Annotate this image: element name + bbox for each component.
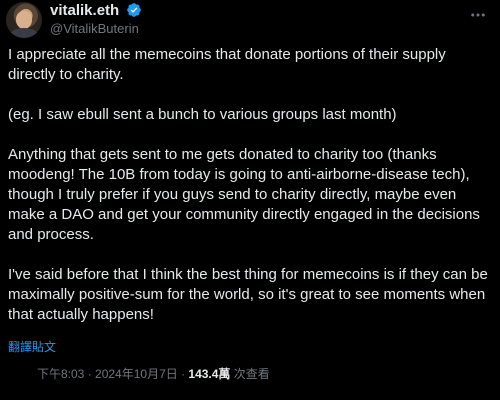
views-count: 143.4萬 bbox=[188, 367, 231, 381]
avatar-face bbox=[16, 11, 32, 29]
display-name[interactable]: vitalik.eth bbox=[50, 2, 119, 20]
avatar-shirt bbox=[10, 28, 38, 38]
verified-badge-icon bbox=[126, 3, 141, 17]
more-horizontal-icon[interactable] bbox=[468, 7, 488, 23]
tweet-paragraph: (eg. I saw ebull sent a bunch to various… bbox=[8, 106, 397, 123]
avatar[interactable] bbox=[6, 2, 42, 38]
tweet-header: vitalik.eth @VitalikButerin bbox=[6, 1, 494, 39]
tweet: vitalik.eth @VitalikButerin I appreciate… bbox=[0, 0, 500, 400]
tweet-paragraph: Anything that gets sent to me gets donat… bbox=[8, 146, 480, 243]
tweet-body: I appreciate all the memecoins that dona… bbox=[8, 45, 496, 345]
tweet-meta: 下午8:03 · 2024年10月7日 · 143.4萬 次查看 bbox=[37, 366, 270, 382]
translate-post-link[interactable]: 翻譯貼文 bbox=[8, 339, 56, 355]
views-label: 次查看 bbox=[230, 367, 270, 381]
author-names: vitalik.eth @VitalikButerin bbox=[50, 2, 142, 37]
timestamp[interactable]: 下午8:03 · 2024年10月7日 · bbox=[37, 367, 188, 381]
tweet-paragraph: I've said before that I think the best t… bbox=[8, 266, 488, 323]
tweet-paragraph: I appreciate all the memecoins that dona… bbox=[8, 46, 446, 83]
more-dots-glyph bbox=[471, 13, 485, 17]
handle[interactable]: @VitalikButerin bbox=[50, 20, 142, 37]
